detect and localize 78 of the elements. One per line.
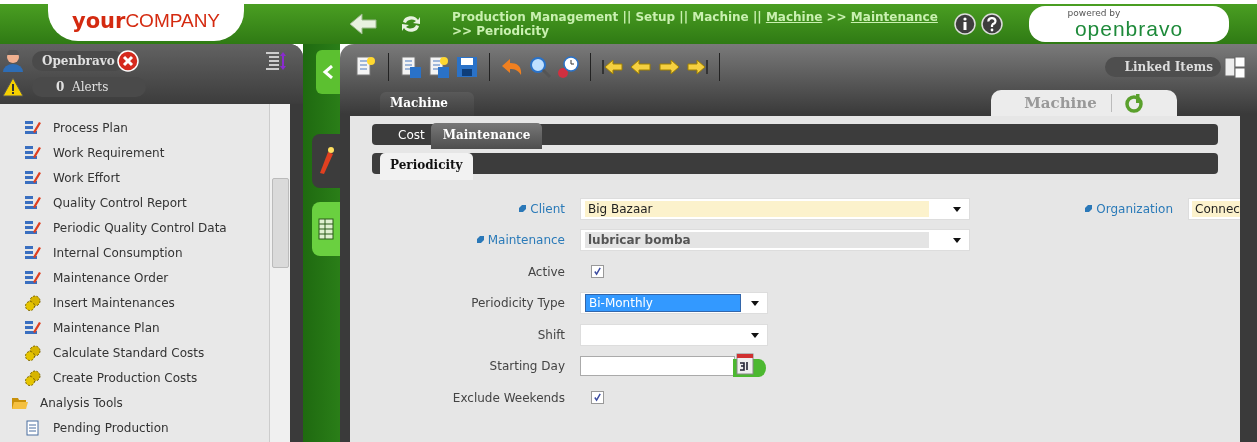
list-pencil-icon [24,269,42,286]
checkbox[interactable] [591,265,604,279]
gears-icon [24,344,42,361]
tab[interactable]: Periodicity [380,153,473,180]
list-pencil-icon [24,144,42,161]
checkbox[interactable] [591,391,604,405]
dropdown-field[interactable]: lubricar bomba [580,229,970,252]
grid-view-tab[interactable] [312,202,340,256]
field-label: Maintenance [475,233,565,248]
field-label: Client [518,201,565,216]
breadcrumb-text: >> Periodicity [452,24,549,38]
info-icon[interactable] [954,13,976,35]
gears-icon [24,369,42,386]
menu-item[interactable]: Create Production Costs [0,365,269,390]
menu-item[interactable]: Quality Control Report [0,190,269,215]
list-pencil-icon [24,194,42,211]
caret-icon [751,332,759,338]
grid-icon [318,218,334,240]
company-logo: yourCOMPANY [48,1,244,41]
calendar-icon[interactable] [731,353,767,380]
tab[interactable]: Cost [392,125,431,145]
dropdown-field[interactable] [580,323,768,346]
menu-item[interactable]: Insert Maintenances [0,290,269,315]
documents-icon[interactable] [1223,55,1247,79]
list-pencil-icon [24,119,42,136]
form-view-tab[interactable] [312,134,340,188]
caret-icon [751,301,759,307]
menu-item[interactable]: Work Effort [0,165,269,190]
date-field[interactable] [580,356,735,377]
field-label: Organization [1084,201,1173,216]
tab[interactable]: Machine [380,92,474,116]
powered-by-logo: powered by openbravo [1029,6,1229,42]
field-label: Exclude Weekends [452,390,565,405]
field-label: Starting Day [489,359,565,374]
menu-item[interactable]: Process Plan [0,115,269,140]
floppy-icon[interactable] [455,55,479,79]
scrollbar[interactable] [269,104,290,442]
dropdown-field[interactable]: Big Bazaar [580,197,970,220]
menu-item[interactable]: Maintenance Order [0,265,269,290]
menu-item[interactable]: Calculate Standard Costs [0,340,269,365]
caret-icon [953,238,961,244]
document-star-icon[interactable] [354,55,378,79]
list-pencil-icon [24,319,42,336]
menu-item[interactable]: Work Requirement [0,140,269,165]
chevron-left-icon [322,65,334,79]
document-icon [24,419,42,436]
gears-icon [24,294,42,311]
menu-item[interactable]: Analysis Tools [0,390,269,415]
caret-icon [953,206,961,212]
tab[interactable]: Maintenance [430,123,543,149]
close-icon[interactable] [116,50,139,72]
back-arrow-icon[interactable] [348,12,378,36]
list-pencil-icon [24,244,42,261]
spiral-icon [1123,93,1144,113]
alerts-button[interactable]: 0 Alerts [32,77,147,97]
breadcrumb-text: >> [826,10,847,24]
collapse-tab[interactable] [316,50,340,94]
dropdown-field[interactable]: Connec [1188,197,1240,220]
search-icon[interactable] [528,55,552,79]
pencil-icon [318,146,334,176]
expand-collapse-icon[interactable] [265,50,287,72]
clock-icon[interactable] [556,55,580,79]
menu-item[interactable]: Internal Consumption [0,240,269,265]
field-label: Active [527,264,565,279]
linked-items-button[interactable]: Linked Items [1104,57,1221,77]
menu-item[interactable]: Pending Production [0,415,269,440]
breadcrumb-text: Production Management || Setup || Machine || [452,10,762,24]
document-star-floppy-icon[interactable] [427,55,451,79]
document-floppy-icon[interactable] [399,55,423,79]
menu-item[interactable]: Maintenance Plan [0,315,269,340]
menu-item[interactable]: Periodic Quality Control Data [0,215,269,240]
help-icon[interactable] [981,13,1003,35]
user-icon [2,50,24,72]
list-pencil-icon [24,169,42,186]
list-pencil-icon [24,219,42,236]
warning-icon [2,76,24,98]
field-label: Shift [537,327,565,342]
field-label: Periodicity Type [471,296,565,311]
